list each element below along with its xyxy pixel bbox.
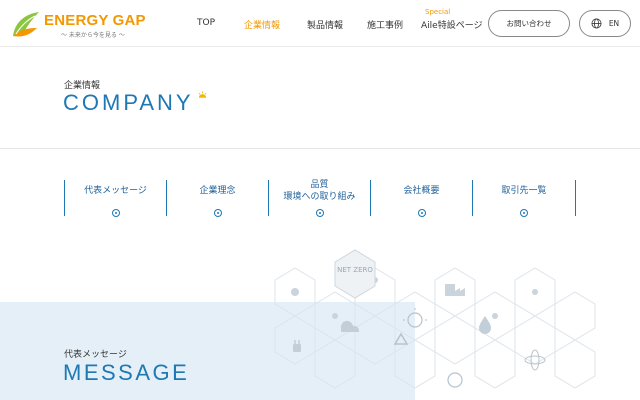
subnav-label: 代表メッセージ xyxy=(84,186,147,196)
message-title-en: MESSAGE xyxy=(63,360,190,385)
svg-text:NET ZERO: NET ZERO xyxy=(337,266,373,274)
section-divider xyxy=(0,148,640,149)
circle-arrow-icon xyxy=(417,209,426,217)
logo-text: ENERGY GAP xyxy=(44,12,146,29)
logo[interactable]: ENERGY GAP 〜 未来から今を見る 〜 xyxy=(9,8,149,40)
language-button[interactable]: EN xyxy=(579,10,631,37)
leaf-logo-icon xyxy=(13,12,39,37)
nav-products[interactable]: 製品情報 xyxy=(307,18,343,31)
subnav-message[interactable]: 代表メッセージ xyxy=(64,180,166,217)
subnav-label: 企業理念 xyxy=(199,186,236,196)
plug-icon xyxy=(293,340,301,352)
circle-arrow-icon xyxy=(315,209,324,217)
language-label: EN xyxy=(608,19,620,28)
cloud-icon xyxy=(340,320,360,332)
sun-panel-icon xyxy=(403,308,427,328)
nav-works[interactable]: 施工事例 xyxy=(367,18,403,31)
message-title-jp: 代表メッセージ xyxy=(64,350,127,360)
factory-icon xyxy=(445,284,465,296)
circle-arrow-icon xyxy=(520,209,528,217)
circle-arrow-icon xyxy=(111,209,120,217)
subnav-label-line2: 環境への取り組み xyxy=(283,192,356,202)
company-subnav: 代表メッセージ 企業理念 品質 環境への取り組み 会社概要 取引先一覧 xyxy=(64,180,576,217)
subnav-label: 品質 xyxy=(310,180,329,190)
subnav-quality-environment[interactable]: 品質 環境への取り組み xyxy=(268,180,370,217)
nav-aile-special[interactable]: Aile特設ページ xyxy=(421,18,483,31)
subnav-label: 会社概要 xyxy=(403,186,440,196)
hexagon-eco-illustration: NET ZERO xyxy=(274,249,596,389)
logo-tagline: 〜 未来から今を見る 〜 xyxy=(61,32,125,39)
special-badge: Special xyxy=(425,8,451,16)
globe-hex-icon xyxy=(447,372,463,388)
subnav-label: 取引先一覧 xyxy=(501,186,547,196)
contact-button[interactable]: お問い合わせ xyxy=(488,10,570,37)
globe-icon xyxy=(591,18,602,29)
subnav-partners[interactable]: 取引先一覧 xyxy=(472,180,576,217)
water-drop-icon xyxy=(479,316,491,334)
site-header: ENERGY GAP 〜 未来から今を見る 〜 TOP 企業情報 製品情報 施工… xyxy=(0,0,640,47)
subnav-profile[interactable]: 会社概要 xyxy=(370,180,472,217)
sunrise-icon xyxy=(198,91,207,98)
nav-company[interactable]: 企業情報 xyxy=(244,18,280,31)
circle-arrow-icon xyxy=(213,209,222,217)
company-title-en: COMPANY xyxy=(63,90,194,115)
net-zero-icon: NET ZERO xyxy=(334,249,376,299)
nav-top[interactable]: TOP xyxy=(197,18,215,28)
recycle-icon xyxy=(393,332,409,345)
subnav-philosophy[interactable]: 企業理念 xyxy=(166,180,268,217)
